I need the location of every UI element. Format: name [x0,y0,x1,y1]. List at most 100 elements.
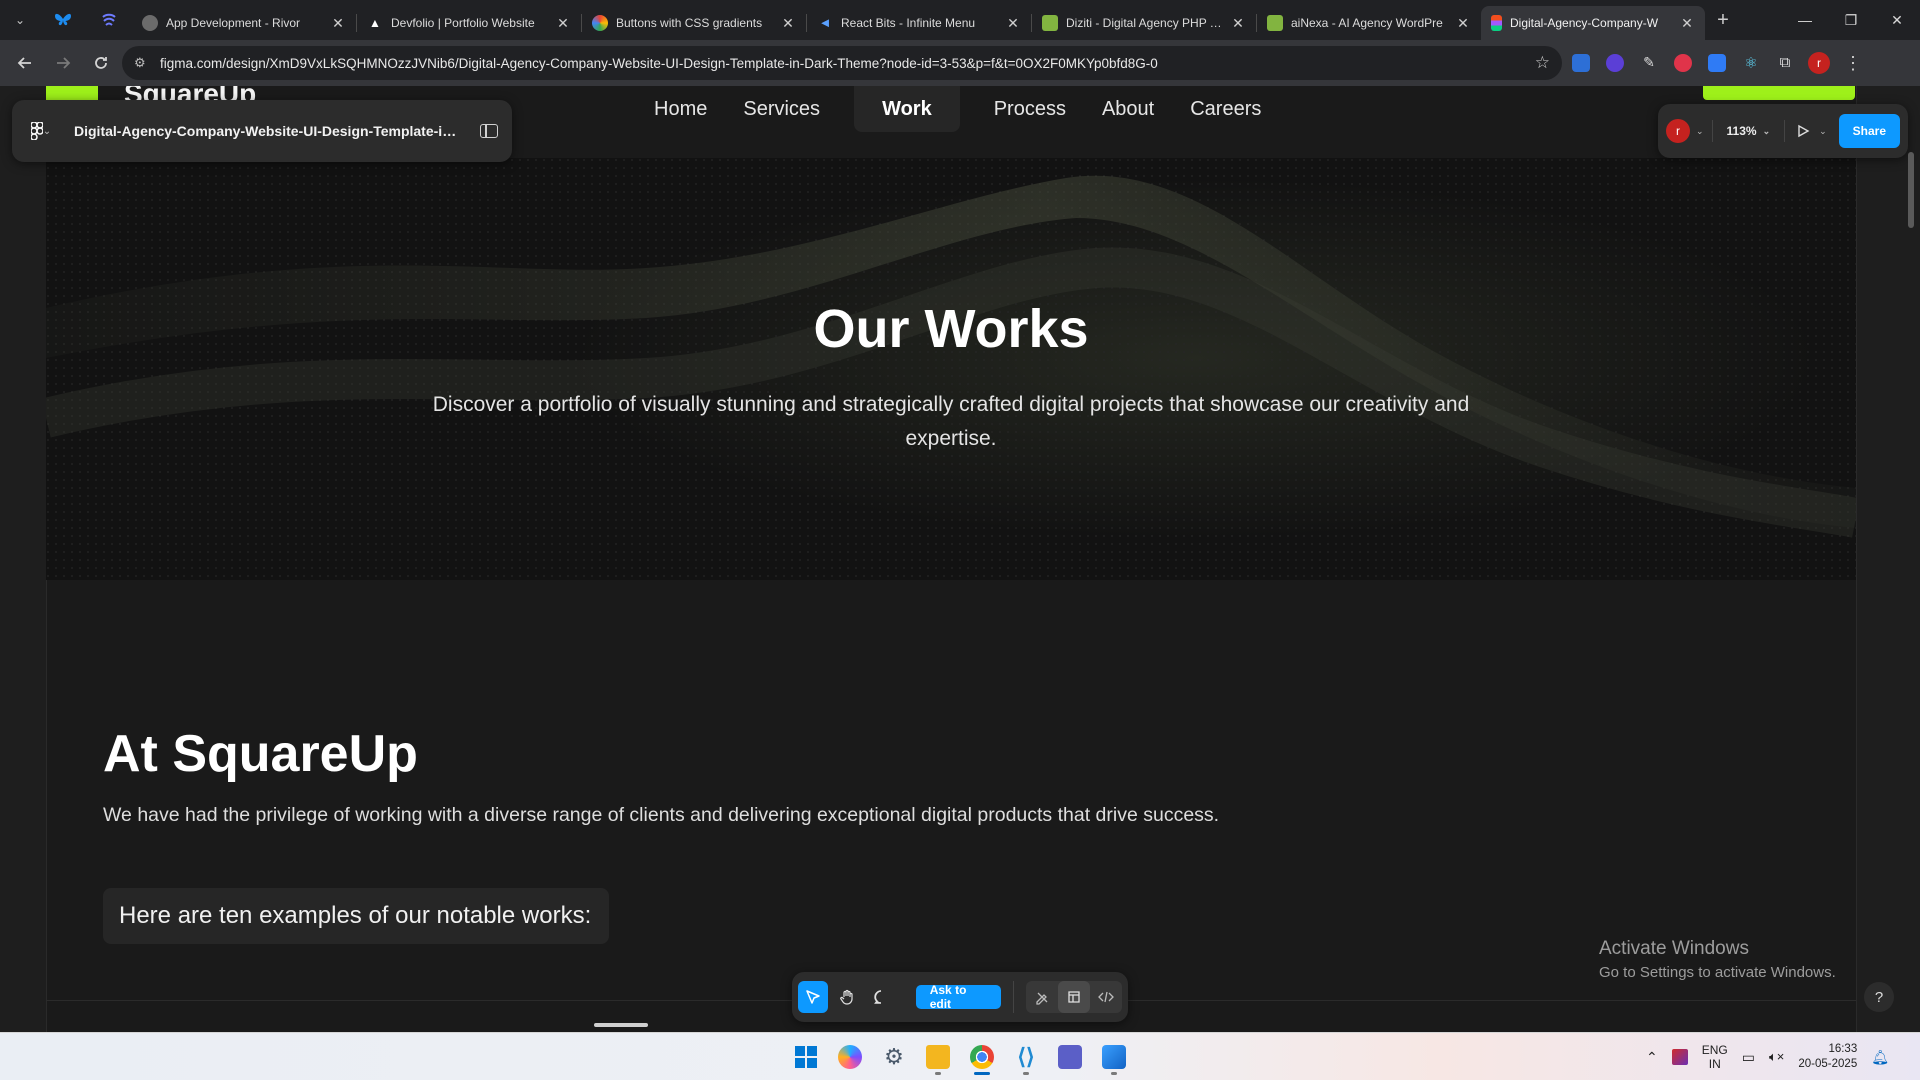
minimize-icon[interactable]: — [1782,0,1828,40]
extension-button[interactable]: ⚛ [1736,48,1766,78]
tray-app-icon[interactable] [1671,1049,1688,1065]
site-contact-button[interactable] [1703,86,1855,100]
address-bar[interactable]: ⚙ figma.com/design/XmD9VxLkSQHMNOzzJVNib… [122,46,1562,80]
dev-mode-button[interactable] [1090,981,1122,1013]
close-tab-icon[interactable]: ✕ [555,15,571,32]
taskbar-apps: ⚙ ⟨⟩ [790,1033,1130,1080]
clock[interactable]: 16:33 20-05-2025 [1798,1042,1857,1072]
taskbar-photos[interactable] [1098,1037,1130,1077]
figma-icon [1491,15,1502,31]
extensions-button[interactable]: ⧉ [1770,48,1800,78]
tab-title: Diziti - Digital Agency PHP Te [1066,16,1222,30]
chevron-up-icon[interactable]: ⌃ [1646,1049,1658,1066]
extension-button[interactable] [1702,48,1732,78]
language-code: ENG [1701,1043,1728,1057]
ask-to-edit-button[interactable]: Ask to edit [915,983,1002,1011]
site-info-icon[interactable]: ⚙ [134,55,150,71]
zoom-control[interactable]: 113% ⌄ [1721,124,1777,138]
envato-icon [1042,15,1058,31]
tab-search-button[interactable]: ⌄ [0,0,40,40]
taskbar-copilot[interactable] [834,1037,866,1077]
browser-tab[interactable]: ◄ React Bits - Infinite Menu ✕ [807,6,1031,40]
site-nav-work[interactable]: Work [854,86,960,132]
site-nav-services[interactable]: Services [725,86,838,132]
toggle-sidebar-icon[interactable] [480,124,498,138]
design-mode-button[interactable] [1058,981,1090,1013]
browser-menu-icon[interactable]: ⋮ [1838,53,1868,74]
tab-title: Buttons with CSS gradients [616,16,763,30]
cursor-icon [806,990,820,1004]
profile-button[interactable]: r [1804,48,1834,78]
browser-tab[interactable]: ▲ Devfolio | Portfolio Website ✕ [357,6,581,40]
move-tool[interactable] [798,981,828,1013]
extension-button[interactable] [1668,48,1698,78]
pinned-tab-2[interactable] [86,0,132,40]
browser-tab[interactable]: Diziti - Digital Agency PHP Te ✕ [1032,6,1256,40]
taskbar-teams[interactable] [1054,1037,1086,1077]
play-icon [1798,124,1810,138]
pinned-tab-bluesky[interactable] [40,0,86,40]
site-nav-careers[interactable]: Careers [1172,86,1279,132]
comment-icon [873,990,881,1004]
back-button[interactable] [8,46,42,80]
site-nav-process[interactable]: Process [976,86,1084,132]
close-tab-icon[interactable]: ✕ [1679,15,1695,32]
divider [1784,120,1786,142]
close-tab-icon[interactable]: ✕ [780,15,796,32]
close-tab-icon[interactable]: ✕ [1455,15,1471,32]
chevron-down-icon[interactable]: ⌄ [1819,126,1827,137]
url-text[interactable]: figma.com/design/XmD9VxLkSQHMNOzzJVNib6/… [160,56,1525,71]
volume-muted-icon[interactable]: 🔈︎× [1769,1049,1784,1065]
close-tab-icon[interactable]: ✕ [1230,15,1246,32]
browser-tab[interactable]: Buttons with CSS gradients ✕ [582,6,806,40]
browser-tab[interactable]: App Development - Rivor ✕ [132,6,356,40]
clock-time: 16:33 [1828,1043,1858,1055]
react-bits-icon: ◄ [818,15,832,30]
chevron-down-icon[interactable]: ⌄ [1696,126,1704,137]
start-button[interactable] [790,1037,822,1077]
close-tab-icon[interactable]: ✕ [1005,15,1021,32]
close-tab-icon[interactable]: ✕ [330,15,346,32]
language-indicator[interactable]: ENG IN [1702,1043,1728,1071]
canvas-scrollbar[interactable] [1908,152,1914,228]
share-button[interactable]: Share [1838,114,1900,148]
extension-icon [1674,54,1692,72]
hero-subtitle: Discover a portfolio of visually stunnin… [432,393,1470,450]
close-window-icon[interactable]: ✕ [1874,0,1920,40]
new-tab-button[interactable]: + [1705,0,1741,40]
comment-tool[interactable] [866,981,896,1013]
arrow-left-icon [17,57,31,69]
user-avatar[interactable]: r [1666,119,1690,143]
taskbar-vscode[interactable]: ⟨⟩ [1010,1037,1042,1077]
figma-file-name[interactable]: Digital-Agency-Company-Website-UI-Design… [74,123,460,139]
extension-button[interactable] [1600,48,1630,78]
bookmark-star-icon[interactable]: ☆ [1535,53,1550,73]
site-nav-home[interactable]: Home [636,86,725,132]
help-button[interactable]: ? [1864,982,1894,1012]
window-controls: — ❐ ✕ [1782,0,1920,40]
figma-menu-button[interactable]: ⌄ [26,116,56,146]
figma-canvas[interactable]: SquareUp Our Works Discover a portfolio … [0,86,1920,1032]
browser-tab[interactable]: aiNexa - AI Agency WordPre ✕ [1257,6,1481,40]
notification-bell-icon[interactable]: 🔔︎ [1871,1049,1889,1066]
extension-button[interactable] [1566,48,1596,78]
draw-mode-button[interactable] [1026,981,1058,1013]
forward-button[interactable] [46,46,80,80]
taskbar-settings[interactable]: ⚙ [878,1037,910,1077]
restore-icon[interactable]: ❐ [1828,0,1874,40]
browser-tab-active[interactable]: Digital-Agency-Company-W ✕ [1481,6,1705,40]
hand-tool[interactable] [832,981,862,1013]
reload-button[interactable] [84,46,118,80]
extension-button[interactable]: ✎ [1634,48,1664,78]
site-nav-about[interactable]: About [1084,86,1172,132]
taskbar-file-explorer[interactable] [922,1037,954,1077]
windows-logo-icon [795,1046,817,1068]
taskbar-chrome[interactable] [966,1037,998,1077]
region-code: IN [1708,1057,1721,1071]
mode-toggle-group [1026,981,1122,1013]
devfolio-icon: ▲ [369,16,381,30]
network-icon[interactable]: ▭ [1742,1049,1755,1066]
present-button[interactable] [1793,121,1813,141]
canvas-resize-handle[interactable] [594,1023,648,1027]
photos-icon [1102,1045,1126,1069]
